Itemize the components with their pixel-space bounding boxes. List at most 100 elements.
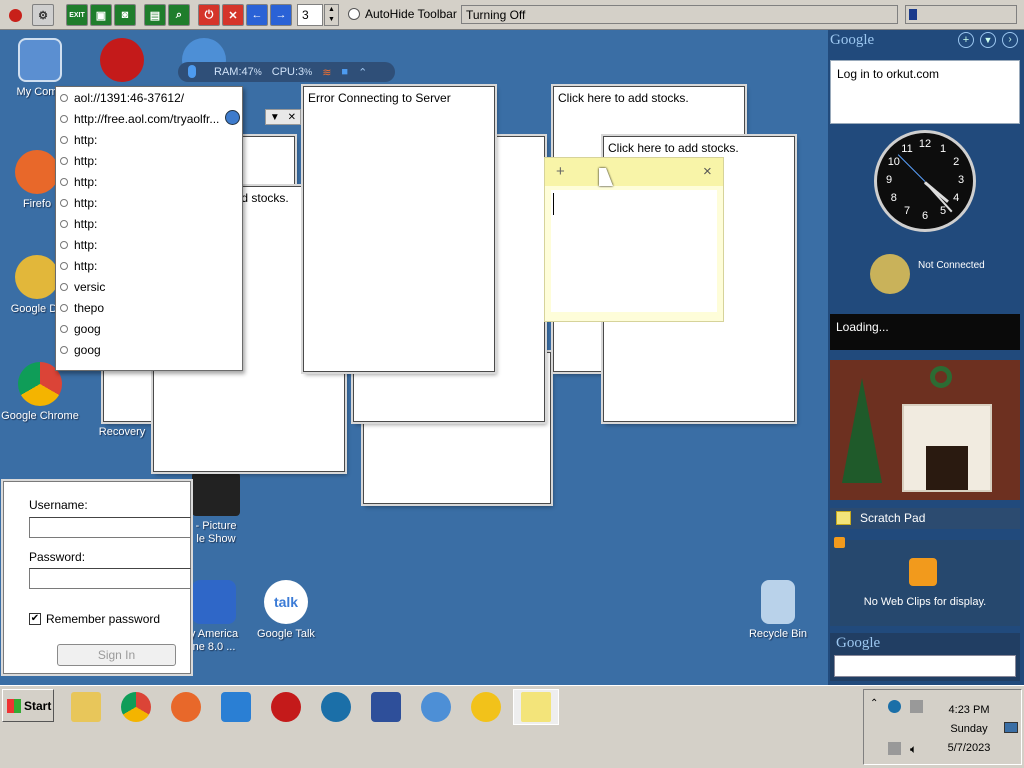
sign-in-button[interactable]: Sign In: [57, 644, 176, 666]
record-icon[interactable]: [4, 4, 26, 26]
url-history-item[interactable]: goog: [56, 339, 242, 360]
taskbar-media[interactable]: [263, 689, 309, 725]
clipboard-icon[interactable]: ▤: [144, 4, 166, 26]
clock-numeral: 4: [953, 192, 960, 204]
url-history-item[interactable]: http:: [56, 150, 242, 171]
taskbar-remote[interactable]: [363, 689, 409, 725]
binoculars-icon[interactable]: ◙: [114, 4, 136, 26]
tray-network-error-icon[interactable]: [910, 700, 923, 713]
url-history-item[interactable]: http:: [56, 171, 242, 192]
desktop-icon-recycle-bin[interactable]: Recycle Bin: [738, 580, 818, 641]
dropdown-controls[interactable]: ▼ ✕: [265, 109, 301, 125]
history-bullet-icon: [60, 261, 68, 270]
tray-expand-icon[interactable]: ⌃: [870, 698, 878, 709]
history-bullet-icon: [60, 114, 68, 123]
username-field[interactable]: [29, 517, 191, 538]
url-history-dropdown[interactable]: aol://1391:46-37612/http://free.aol.com/…: [55, 86, 243, 371]
taskbar-app-a[interactable]: [213, 689, 259, 725]
spinner-arrows[interactable]: ▲ ▼: [324, 4, 339, 26]
url-history-item[interactable]: goog: [56, 318, 242, 339]
add-gadget-icon[interactable]: +: [958, 32, 974, 48]
remember-password-checkbox[interactable]: ✔ Remember password: [29, 612, 160, 626]
close-icon[interactable]: ✕: [288, 112, 296, 123]
scratch-pad-gadget[interactable]: Scratch Pad: [830, 508, 1020, 529]
clock-numeral: 6: [921, 210, 929, 222]
rss-small-icon: [834, 537, 845, 548]
url-text: http:: [74, 216, 98, 231]
password-field[interactable]: [29, 568, 191, 589]
cpu-readout: CPU:3%: [271, 66, 313, 78]
firefox-icon: [171, 692, 201, 722]
url-history-item[interactable]: http:: [56, 255, 242, 276]
sticky-note-textarea[interactable]: [551, 190, 717, 312]
tray-volume-icon[interactable]: 🔈︎: [910, 742, 917, 757]
url-text: versic: [74, 279, 106, 294]
taskbar-firefox[interactable]: [163, 689, 209, 725]
google-search-logo: Google: [836, 635, 881, 651]
expand-icon[interactable]: ⌃: [358, 66, 367, 79]
desktop-icon-chrome[interactable]: Google Chrome: [0, 362, 80, 423]
orkut-login-link[interactable]: Log in to orkut.com: [837, 67, 939, 81]
url-history-item[interactable]: http:: [56, 213, 242, 234]
radio-icon[interactable]: [348, 8, 360, 20]
taskbar-sticky-notes[interactable]: [513, 689, 559, 725]
desktop-icon-google-talk[interactable]: talk Google Talk: [246, 580, 326, 641]
url-history-item[interactable]: http:: [56, 192, 242, 213]
icon-label: Recycle Bin: [748, 628, 808, 640]
error-window[interactable]: Error Connecting to Server: [303, 86, 495, 372]
clock-numeral: 1: [939, 142, 947, 155]
magnifier-icon[interactable]: ⌕: [168, 4, 190, 26]
tray-app-icon[interactable]: [888, 700, 901, 713]
taskbar-globe[interactable]: [413, 689, 459, 725]
sticky-note-header[interactable]: + ×: [545, 158, 723, 186]
orkut-gadget[interactable]: Log in to orkut.com: [830, 60, 1020, 124]
show-desktop-icon[interactable]: [1004, 722, 1018, 733]
camera-icon: ■: [341, 66, 349, 78]
autohide-toolbar-toggle[interactable]: AutoHide Toolbar: [348, 7, 457, 21]
notepad-icon: [836, 511, 851, 525]
photo-slideshow-gadget[interactable]: [830, 360, 1020, 500]
chevron-down-icon[interactable]: ▼: [270, 112, 280, 123]
tray-network-icon[interactable]: [888, 742, 901, 755]
taskbar-clock-day[interactable]: Sunday: [934, 723, 1004, 735]
url-history-item[interactable]: versic: [56, 276, 242, 297]
taskbar-yahoo[interactable]: [463, 689, 509, 725]
url-text: aol://1391:46-37612/: [74, 90, 185, 105]
stocks-prompt[interactable]: Click here to add stocks.: [558, 91, 689, 105]
url-history-item[interactable]: thepo: [56, 297, 242, 318]
url-history-item[interactable]: http:: [56, 129, 242, 150]
sticky-note[interactable]: + ×: [544, 157, 724, 322]
taskbar-clock-time[interactable]: 4:23 PM: [934, 704, 1004, 716]
url-history-item[interactable]: http:: [56, 234, 242, 255]
computer-icon: [18, 38, 62, 82]
instance-spinner-input[interactable]: 3: [297, 4, 323, 26]
exit-button[interactable]: EXIT: [66, 4, 88, 26]
add-note-icon[interactable]: +: [556, 163, 565, 180]
power-icon[interactable]: ⏻: [198, 4, 220, 26]
back-arrow-icon[interactable]: ←: [246, 4, 268, 26]
desktop-icon-media[interactable]: [82, 38, 162, 86]
taskbar-chrome[interactable]: [113, 689, 159, 725]
close-icon[interactable]: ×: [703, 163, 712, 180]
forward-arrow-icon[interactable]: →: [270, 4, 292, 26]
checkbox-checked-icon[interactable]: ✔: [29, 613, 41, 625]
sidebar-chevron-icon[interactable]: ›: [1002, 32, 1018, 48]
url-history-item[interactable]: aol://1391:46-37612/: [56, 87, 242, 108]
taskbar-ccleaner[interactable]: [313, 689, 359, 725]
web-clips-gadget[interactable]: No Web Clips for display.: [830, 537, 1020, 626]
sidebar-menu-icon[interactable]: ▼: [980, 32, 996, 48]
stocks-prompt[interactable]: Click here to add stocks.: [608, 141, 739, 155]
folder-open-icon[interactable]: ▣: [90, 4, 112, 26]
google-search-input[interactable]: [834, 655, 1016, 677]
password-label: Password:: [29, 550, 86, 564]
weather-sun-icon: [870, 254, 910, 294]
taskbar-explorer[interactable]: [63, 689, 109, 725]
taskbar-clock-date[interactable]: 5/7/2023: [934, 742, 1004, 754]
tools-icon[interactable]: ⚙: [32, 4, 54, 26]
start-button[interactable]: Start: [2, 689, 54, 722]
close-icon[interactable]: ✕: [222, 4, 244, 26]
icon-label: Google Chrome: [1, 410, 79, 422]
url-history-item[interactable]: http://free.aol.com/tryaolfr...: [56, 108, 242, 129]
sidebar-google-logo: Google: [830, 32, 875, 48]
loading-text: Loading...: [836, 320, 889, 334]
